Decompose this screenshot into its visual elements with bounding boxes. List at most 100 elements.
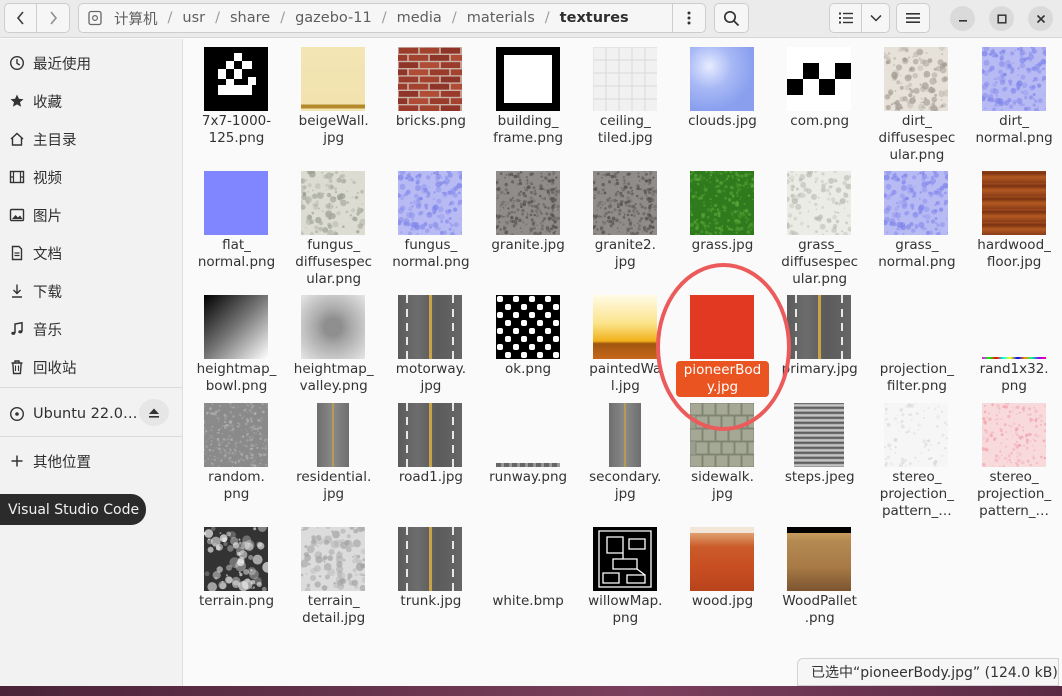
sidebar-item-pictures[interactable]: 图片 bbox=[0, 197, 182, 233]
eject-icon bbox=[149, 408, 159, 418]
forward-button[interactable] bbox=[36, 3, 70, 33]
file-item[interactable]: paintedWa l.jpg bbox=[577, 287, 674, 411]
selection-status-bar: 已选中“pioneerBody.jpg” (124.0 kB) bbox=[797, 658, 1059, 686]
file-item[interactable]: com.png bbox=[771, 39, 868, 163]
home-icon bbox=[8, 130, 26, 148]
close-button[interactable] bbox=[1028, 6, 1053, 31]
sidebar-item-trash[interactable]: 回收站 bbox=[0, 349, 182, 385]
file-item[interactable]: 7x7-1000- 125.png bbox=[188, 39, 285, 163]
file-name: dirt_ normal.png bbox=[975, 113, 1053, 146]
file-item[interactable]: trunk.jpg bbox=[382, 519, 479, 643]
file-item[interactable]: stereo_ projection_ pattern_… bbox=[868, 395, 965, 519]
trash-icon bbox=[8, 358, 26, 376]
file-item[interactable]: primary.jpg bbox=[771, 287, 868, 411]
back-button[interactable] bbox=[4, 3, 37, 33]
file-item[interactable]: terrain_ detail.jpg bbox=[285, 519, 382, 643]
sidebar-item-downloads[interactable]: 下载 bbox=[0, 273, 182, 309]
file-item[interactable]: ceiling_ tiled.jpg bbox=[577, 39, 674, 163]
list-view-button[interactable] bbox=[829, 3, 862, 33]
file-item[interactable]: ok.png bbox=[480, 287, 577, 411]
file-item[interactable]: dirt_ diffusespec ular.png bbox=[868, 39, 965, 163]
plus-icon bbox=[8, 452, 26, 470]
view-options-dropdown[interactable] bbox=[861, 3, 890, 33]
file-item[interactable]: stereo_ projection_ pattern_… bbox=[966, 395, 1062, 519]
file-item[interactable]: pioneerBod y.jpg bbox=[674, 287, 771, 411]
file-item[interactable]: sidewalk. jpg bbox=[674, 395, 771, 519]
file-item[interactable]: heightmap_ valley.png bbox=[285, 287, 382, 411]
file-item[interactable]: fungus_ normal.png bbox=[382, 163, 479, 287]
file-item[interactable]: dirt_ normal.png bbox=[966, 39, 1062, 163]
file-item[interactable]: willowMap. png bbox=[577, 519, 674, 643]
breadcrumb-3[interactable]: gazebo-11 bbox=[291, 10, 376, 26]
path-separator: / bbox=[215, 10, 220, 26]
file-thumbnail bbox=[398, 171, 463, 235]
file-item[interactable]: white.bmp bbox=[480, 519, 577, 643]
file-name: beigeWall. jpg bbox=[298, 113, 369, 146]
sidebar-item-label: 收藏 bbox=[33, 94, 62, 111]
eject-button[interactable] bbox=[139, 399, 169, 426]
file-name: dirt_ diffusespec ular.png bbox=[878, 113, 956, 163]
file-item[interactable]: secondary. jpg bbox=[577, 395, 674, 519]
file-item[interactable]: grass.jpg bbox=[674, 163, 771, 287]
file-item[interactable]: rand1x32. png bbox=[966, 287, 1062, 411]
file-thumbnail bbox=[884, 295, 948, 359]
file-thumbnail bbox=[204, 527, 268, 591]
file-item[interactable]: random. png bbox=[188, 395, 285, 519]
dock-tooltip: Visual Studio Code bbox=[0, 494, 146, 525]
search-button[interactable] bbox=[714, 3, 749, 33]
file-item[interactable]: beigeWall. jpg bbox=[285, 39, 382, 163]
file-item[interactable]: runway.png bbox=[480, 395, 577, 519]
file-thumbnail bbox=[787, 527, 852, 591]
file-item[interactable]: granite.jpg bbox=[480, 163, 577, 287]
file-item[interactable]: grass_ diffusespec ular.png bbox=[771, 163, 868, 287]
search-icon bbox=[723, 10, 740, 26]
sidebar-item-starred[interactable]: 收藏 bbox=[0, 83, 182, 119]
file-thumbnail bbox=[981, 403, 1046, 467]
file-item[interactable]: flat_ normal.png bbox=[188, 163, 285, 287]
file-item[interactable]: steps.jpeg bbox=[771, 395, 868, 519]
main-menu-button[interactable] bbox=[896, 3, 930, 33]
minimize-button[interactable] bbox=[950, 6, 975, 31]
file-thumbnail bbox=[592, 47, 657, 111]
sidebar-item-home[interactable]: 主目录 bbox=[0, 121, 182, 157]
breadcrumb-0[interactable]: 计算机 bbox=[110, 8, 162, 29]
file-thumbnail bbox=[884, 47, 949, 111]
path-bar[interactable]: 计算机 / usr / share / gazebo-11 / media / materials /… bbox=[78, 3, 673, 33]
maximize-button[interactable] bbox=[989, 6, 1014, 31]
sidebar-item-recent[interactable]: 最近使用 bbox=[0, 45, 182, 81]
breadcrumb-1[interactable]: usr bbox=[178, 10, 209, 26]
file-item[interactable]: wood.jpg bbox=[674, 519, 771, 643]
file-thumbnail bbox=[398, 47, 463, 111]
file-item[interactable]: grass_ normal.png bbox=[868, 163, 965, 287]
file-name: motorway. jpg bbox=[395, 361, 466, 394]
file-item[interactable]: hardwood_ floor.jpg bbox=[966, 163, 1062, 287]
film-icon bbox=[8, 168, 26, 186]
file-item[interactable]: fungus_ diffusespec ular.png bbox=[285, 163, 382, 287]
file-item[interactable]: road1.jpg bbox=[382, 395, 479, 519]
file-name: grass_ normal.png bbox=[878, 237, 956, 270]
file-item[interactable]: motorway. jpg bbox=[382, 287, 479, 411]
sidebar-item-music[interactable]: 音乐 bbox=[0, 311, 182, 347]
file-item[interactable]: bricks.png bbox=[382, 39, 479, 163]
breadcrumb-4[interactable]: media bbox=[393, 10, 446, 26]
breadcrumb-6[interactable]: textures bbox=[556, 10, 633, 26]
file-name: ceiling_ tiled.jpg bbox=[597, 113, 653, 146]
file-item[interactable]: residential. jpg bbox=[285, 395, 382, 519]
file-name: sidewalk. jpg bbox=[691, 469, 754, 502]
file-item[interactable]: building_ frame.png bbox=[480, 39, 577, 163]
file-thumbnail bbox=[884, 171, 949, 235]
file-item[interactable]: terrain.png bbox=[188, 519, 285, 643]
sidebar-item-other-locations[interactable]: 其他位置 bbox=[0, 443, 182, 479]
file-item[interactable]: projection_ filter.png bbox=[868, 287, 965, 411]
sidebar-item-documents[interactable]: 文档 bbox=[0, 235, 182, 271]
breadcrumb-2[interactable]: share bbox=[226, 10, 274, 26]
file-name: ok.png bbox=[505, 361, 552, 377]
file-item[interactable]: heightmap_ bowl.png bbox=[188, 287, 285, 411]
sidebar-item-videos[interactable]: 视频 bbox=[0, 159, 182, 195]
file-item[interactable]: granite2. jpg bbox=[577, 163, 674, 287]
file-thumbnail bbox=[495, 403, 560, 467]
file-item[interactable]: WoodPallet .png bbox=[771, 519, 868, 643]
file-item[interactable]: clouds.jpg bbox=[674, 39, 771, 163]
breadcrumb-5[interactable]: materials bbox=[463, 10, 539, 26]
path-options-button[interactable] bbox=[672, 3, 706, 33]
